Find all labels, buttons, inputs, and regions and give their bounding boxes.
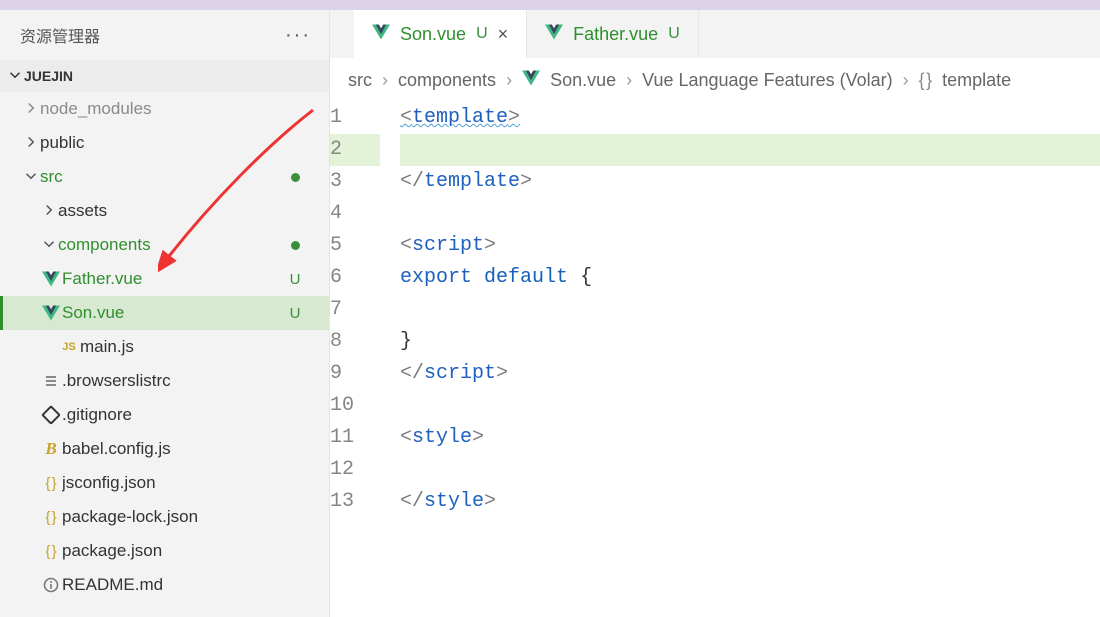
braces-icon: { } <box>919 70 933 91</box>
file-gitignore[interactable]: . .gitignore <box>0 398 329 432</box>
file-readme[interactable]: . README.md <box>0 568 329 602</box>
chevron-right-icon: › <box>626 70 632 91</box>
file-label: package-lock.json <box>62 507 305 527</box>
window-titlebar <box>0 0 1100 10</box>
chevron-down-icon <box>6 68 24 84</box>
babel-icon: B <box>40 439 62 459</box>
file-label: .gitignore <box>62 405 305 425</box>
code-editor[interactable]: 1 2 3 4 5 6 7 8 9 10 11 12 13 <template> <box>330 102 1100 617</box>
code-line[interactable] <box>400 454 1100 486</box>
file-label: jsconfig.json <box>62 473 305 493</box>
vue-icon <box>40 271 62 287</box>
chevron-right-icon <box>22 133 40 153</box>
untracked-badge: U <box>668 25 680 43</box>
folder-label: components <box>58 235 285 255</box>
file-label: Father.vue <box>62 269 285 289</box>
file-father-vue[interactable]: . Father.vue U <box>0 262 329 296</box>
crumb-components[interactable]: components <box>398 70 496 91</box>
breadcrumb[interactable]: src › components › Son.vue › Vue Languag… <box>330 58 1100 102</box>
code-line[interactable]: <style> <box>400 422 1100 454</box>
git-icon <box>40 408 62 422</box>
chevron-down-icon <box>40 235 58 255</box>
file-label: Son.vue <box>62 303 285 323</box>
file-jsconfig[interactable]: . { } jsconfig.json <box>0 466 329 500</box>
chevron-right-icon: › <box>903 70 909 91</box>
folder-label: assets <box>58 201 305 221</box>
main-layout: 资源管理器 ··· JUEJIN node_modules public <box>0 10 1100 617</box>
chevron-right-icon <box>40 201 58 221</box>
code-line[interactable]: </template> <box>400 166 1100 198</box>
editor-area: Son.vue U × Father.vue U src › component… <box>330 10 1100 617</box>
crumb-template[interactable]: template <box>942 70 1011 91</box>
folder-src[interactable]: src <box>0 160 329 194</box>
config-icon <box>40 374 62 388</box>
more-actions-icon[interactable]: ··· <box>285 24 311 47</box>
tab-label: Son.vue <box>400 24 466 45</box>
file-browserslistrc[interactable]: . .browserslistrc <box>0 364 329 398</box>
close-icon[interactable]: × <box>498 24 509 45</box>
code-line[interactable]: export default { <box>400 262 1100 294</box>
js-icon: JS <box>58 341 80 353</box>
crumb-file[interactable]: Son.vue <box>550 70 616 91</box>
code-line[interactable]: <template> <box>400 102 1100 134</box>
vue-icon <box>40 305 62 321</box>
editor-tabs: Son.vue U × Father.vue U <box>330 10 1100 58</box>
crumb-src[interactable]: src <box>348 70 372 91</box>
code-line[interactable]: </script> <box>400 358 1100 390</box>
untracked-badge: U <box>285 271 305 288</box>
explorer-sidebar: 资源管理器 ··· JUEJIN node_modules public <box>0 10 330 617</box>
vue-icon <box>545 24 563 45</box>
file-son-vue[interactable]: . Son.vue U <box>0 296 329 330</box>
untracked-badge: U <box>476 25 488 43</box>
file-label: README.md <box>62 575 305 595</box>
crumb-volar[interactable]: Vue Language Features (Volar) <box>642 70 893 91</box>
workspace-header[interactable]: JUEJIN <box>0 60 329 92</box>
file-label: babel.config.js <box>62 439 305 459</box>
folder-label: src <box>40 167 285 187</box>
modified-dot-icon <box>285 169 305 186</box>
json-icon: { } <box>40 543 62 560</box>
code-lines[interactable]: <template> </template> <script> export d… <box>400 102 1100 617</box>
file-package-lock[interactable]: . { } package-lock.json <box>0 500 329 534</box>
code-line[interactable]: </style> <box>400 486 1100 518</box>
code-line-current[interactable] <box>400 134 1100 166</box>
file-label: main.js <box>80 337 305 357</box>
tab-label: Father.vue <box>573 24 658 45</box>
chevron-right-icon: › <box>382 70 388 91</box>
file-babel-config[interactable]: . B babel.config.js <box>0 432 329 466</box>
code-line[interactable]: } <box>400 326 1100 358</box>
file-main-js[interactable]: . JS main.js <box>0 330 329 364</box>
folder-label: node_modules <box>40 99 305 119</box>
file-package-json[interactable]: . { } package.json <box>0 534 329 568</box>
file-tree: node_modules public src assets <box>0 92 329 617</box>
info-icon <box>40 577 62 593</box>
chevron-right-icon: › <box>506 70 512 91</box>
code-line[interactable]: <script> <box>400 230 1100 262</box>
folder-public[interactable]: public <box>0 126 329 160</box>
vue-icon <box>372 24 390 45</box>
code-line[interactable] <box>400 294 1100 326</box>
untracked-badge: U <box>285 305 305 322</box>
file-label: package.json <box>62 541 305 561</box>
folder-components[interactable]: components <box>0 228 329 262</box>
folder-node-modules[interactable]: node_modules <box>0 92 329 126</box>
json-icon: { } <box>40 475 62 492</box>
file-label: .browserslistrc <box>62 371 305 391</box>
modified-dot-icon <box>285 237 305 254</box>
folder-assets[interactable]: assets <box>0 194 329 228</box>
explorer-title: 资源管理器 <box>20 23 100 47</box>
workspace-name: JUEJIN <box>24 68 73 84</box>
explorer-header: 资源管理器 ··· <box>0 10 329 60</box>
folder-label: public <box>40 133 305 153</box>
code-line[interactable] <box>400 198 1100 230</box>
json-icon: { } <box>40 509 62 526</box>
chevron-right-icon <box>22 99 40 119</box>
vue-icon <box>522 70 540 91</box>
line-gutter: 1 2 3 4 5 6 7 8 9 10 11 12 13 <box>330 102 400 617</box>
chevron-down-icon <box>22 167 40 187</box>
tab-son-vue[interactable]: Son.vue U × <box>354 10 527 58</box>
code-line[interactable] <box>400 390 1100 422</box>
tab-father-vue[interactable]: Father.vue U <box>527 10 699 58</box>
